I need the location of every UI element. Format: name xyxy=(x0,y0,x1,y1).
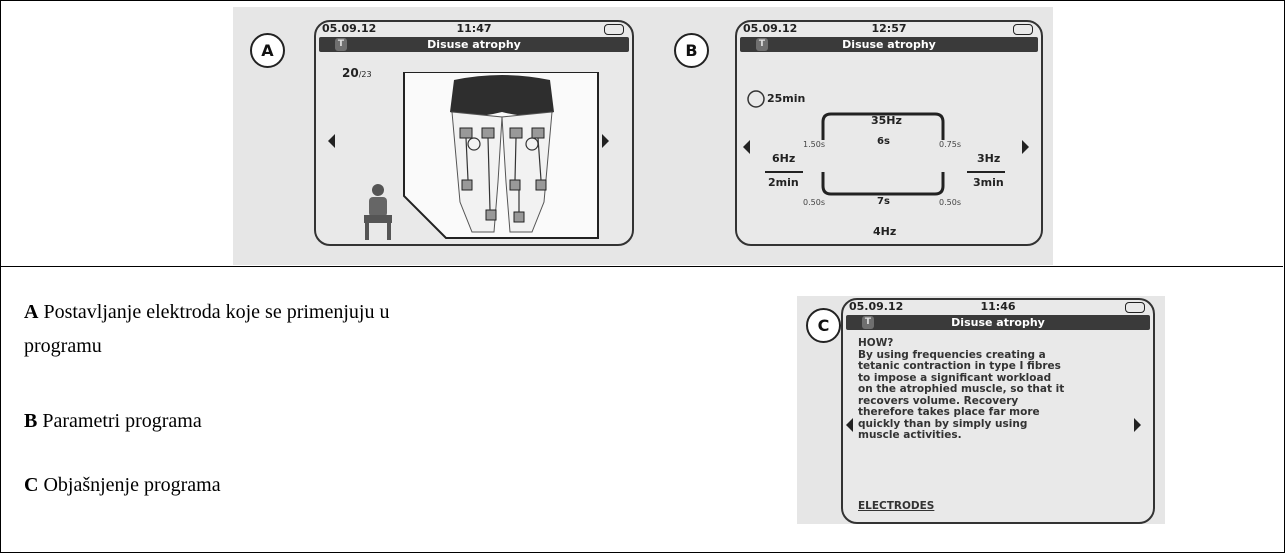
battery-icon xyxy=(1125,302,1145,313)
program-icon: T xyxy=(862,316,874,329)
caption-a-continued: programu xyxy=(24,330,684,363)
caption-c: C Objašnjenje programa xyxy=(24,469,684,502)
caption-b-text: Parametri programa xyxy=(37,410,202,432)
cooldown-frequency: 3Hz xyxy=(977,152,1001,165)
program-title: Disuse atrophy xyxy=(951,316,1045,329)
battery-icon xyxy=(604,24,624,35)
screen-b: 05.09.12 12:57 T Disuse atrophy 25min 35… xyxy=(735,20,1043,246)
title-bar: T Disuse atrophy xyxy=(319,37,629,52)
program-explanation: HOW? By using frequencies creating a tet… xyxy=(858,337,1078,442)
electrode-placement-illustration xyxy=(403,72,599,239)
cooldown-time: 3min xyxy=(973,176,1004,189)
prev-arrow-icon[interactable] xyxy=(743,140,750,154)
prev-arrow-icon[interactable] xyxy=(846,418,853,432)
prev-arrow-icon[interactable] xyxy=(328,134,335,148)
off-time: 7s xyxy=(877,196,890,207)
time-label: 11:46 xyxy=(980,300,1016,313)
screen-c: 05.09.12 11:46 T Disuse atrophy HOW? By … xyxy=(841,298,1155,524)
on-time: 6s xyxy=(877,136,890,147)
top-frequency: 35Hz xyxy=(871,114,902,127)
next-arrow-icon[interactable] xyxy=(602,134,609,148)
step-counter: 20/23 xyxy=(342,66,372,80)
program-title: Disuse atrophy xyxy=(427,38,521,51)
caption-a-text: Postavljanje elektroda koje se primenjuj… xyxy=(38,301,390,323)
table-divider xyxy=(0,266,1283,267)
caption-b-letter: B xyxy=(24,410,38,432)
explanation-line: muscle activities. xyxy=(858,429,962,441)
caption-a-letter: A xyxy=(24,301,39,323)
program-waveform xyxy=(747,90,1005,196)
ramp-down-right: 0.50s xyxy=(939,198,961,207)
caption-a: A Postavljanje elektroda koje se primenj… xyxy=(24,296,684,329)
warmup-frequency: 6Hz xyxy=(772,152,796,165)
ramp-down-left: 0.50s xyxy=(803,198,825,207)
badge-c: C xyxy=(806,308,841,343)
next-arrow-icon[interactable] xyxy=(1022,140,1029,154)
step-total: /23 xyxy=(358,70,372,79)
screen-a: 05.09.12 11:47 T Disuse atrophy 20/23 xyxy=(314,20,634,246)
caption-c-text: Objašnjenje programa xyxy=(38,474,221,496)
explanation-line: therefore takes place far more xyxy=(858,406,1040,418)
explanation-line: tetanic contraction in type I fibres xyxy=(858,360,1061,372)
caption-a-text-cont: programu xyxy=(24,335,102,357)
ramp-up-right: 0.75s xyxy=(939,140,961,149)
total-time: 25min xyxy=(767,92,806,105)
caption-b: B Parametri programa xyxy=(24,405,684,438)
electrodes-section-label: ELECTRODES xyxy=(858,500,935,512)
program-icon: T xyxy=(335,38,347,51)
title-bar: T Disuse atrophy xyxy=(846,315,1150,330)
explanation-line: on the atrophied muscle, so that it xyxy=(858,383,1065,395)
warmup-time: 2min xyxy=(768,176,799,189)
next-arrow-icon[interactable] xyxy=(1134,418,1141,432)
seated-person-icon xyxy=(364,184,392,240)
explanation-line: HOW? xyxy=(858,337,894,349)
status-bar: 05.09.12 11:47 xyxy=(316,22,632,36)
badge-b: B xyxy=(674,33,709,68)
ramp-up-left: 1.50s xyxy=(803,140,825,149)
time-label: 11:47 xyxy=(456,22,492,35)
status-bar: 05.09.12 11:46 xyxy=(843,300,1153,314)
badge-a: A xyxy=(250,33,285,68)
step-current: 20 xyxy=(342,66,359,80)
bottom-frequency: 4Hz xyxy=(873,225,897,238)
caption-c-letter: C xyxy=(24,474,39,496)
